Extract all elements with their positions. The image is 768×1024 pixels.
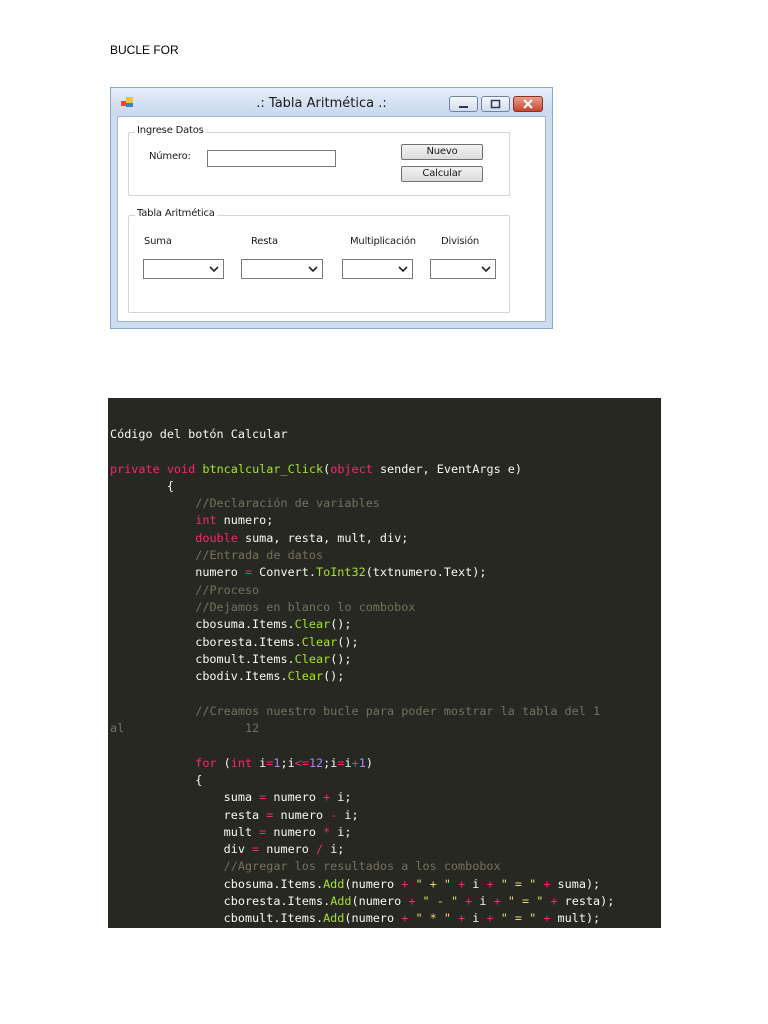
close-button[interactable] xyxy=(513,96,543,112)
table-group: Tabla Aritmética Suma Resta Multiplicaci… xyxy=(128,208,510,313)
calculate-button[interactable]: Calcular xyxy=(401,166,483,182)
column-label-division: División xyxy=(441,236,480,247)
suma-combobox[interactable] xyxy=(143,259,224,279)
chevron-down-icon xyxy=(308,266,318,273)
resta-combobox[interactable] xyxy=(241,259,323,279)
form-client-area: Ingrese Datos Número: Nuevo Calcular Tab… xyxy=(117,116,546,322)
chevron-down-icon xyxy=(209,266,219,273)
window-titlebar[interactable]: .: Tabla Aritmética .: xyxy=(111,88,552,114)
div-combobox[interactable] xyxy=(430,259,496,279)
maximize-button[interactable] xyxy=(481,96,510,112)
input-group-label: Ingrese Datos xyxy=(135,125,206,136)
close-icon xyxy=(523,99,533,109)
maximize-icon xyxy=(490,99,501,109)
document-heading: BUCLE FOR xyxy=(110,43,179,57)
column-label-resta: Resta xyxy=(251,236,278,247)
code-block: Código del botón Calcular private void b… xyxy=(108,398,661,928)
form-window: .: Tabla Aritmética .: Ingrese Datos Núm… xyxy=(110,87,553,329)
table-group-label: Tabla Aritmética xyxy=(135,208,217,219)
minimize-button[interactable] xyxy=(449,96,478,112)
mult-combobox[interactable] xyxy=(342,259,413,279)
number-label: Número: xyxy=(149,151,191,162)
chevron-down-icon xyxy=(398,266,408,273)
code-listing: Código del botón Calcular private void b… xyxy=(110,427,615,926)
column-label-suma: Suma xyxy=(144,236,172,247)
minimize-icon xyxy=(459,106,468,108)
column-label-multiplicacion: Multiplicación xyxy=(350,236,416,247)
new-button[interactable]: Nuevo xyxy=(401,144,483,160)
chevron-down-icon xyxy=(481,266,491,273)
code-title: Código del botón Calcular xyxy=(110,427,288,441)
number-input[interactable] xyxy=(207,150,336,167)
input-group: Ingrese Datos Número: Nuevo Calcular xyxy=(128,125,510,196)
